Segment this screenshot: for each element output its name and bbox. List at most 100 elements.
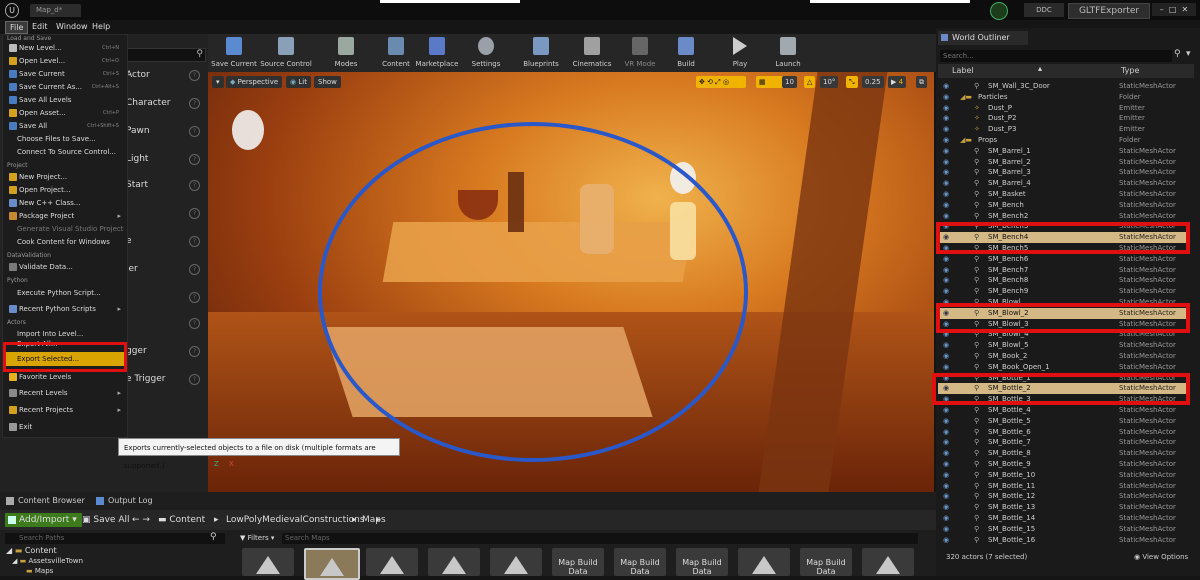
outliner-row[interactable]: ◉ ✧ Dust_P3 Emitter [938,124,1188,135]
outliner-row[interactable]: ◉ ⚲ SM_Bottle_6 StaticMeshActor [938,427,1188,438]
tree-assetsville[interactable]: ◢ ▬ AssetsvilleTown [12,557,83,565]
outliner-row[interactable]: ◉ ⚲ SM_Bench6 StaticMeshActor [938,254,1188,265]
visibility-eye-icon[interactable]: ◉ [943,146,949,157]
ddc-button[interactable]: DDC [1024,3,1064,17]
search-paths-input[interactable]: Search Paths [5,533,225,544]
build-button[interactable]: Build [666,34,706,72]
outliner-row[interactable]: ◉ ⚲ SM_Bottle_15 StaticMeshActor [938,524,1188,535]
menu-execute-python[interactable]: Execute Python Script... [5,285,125,301]
menu-exit[interactable]: Exit [5,419,125,435]
visibility-eye-icon[interactable]: ◉ [943,103,949,114]
visibility-eye-icon[interactable]: ◉ [943,211,949,222]
visibility-eye-icon[interactable]: ◉ [943,178,949,189]
map-build-data-tile[interactable]: Map Build Data [800,548,852,576]
menu-new-cpp-class[interactable]: New C++ Class... [5,197,125,209]
history-nav[interactable]: ← → [132,513,150,527]
show-button[interactable]: Show [314,76,341,88]
level-tab[interactable]: Map_d* [30,4,81,17]
visibility-eye-icon[interactable]: ◉ [943,535,949,546]
menu-open-asset[interactable]: Open Asset... Ctrl+P [5,107,125,119]
place-item-8[interactable]: ler? [122,258,208,282]
visibility-eye-icon[interactable]: ◉ [943,254,949,265]
outliner-row[interactable]: ◉ ⚲ SM_Basket StaticMeshActor [938,189,1188,200]
maximize-viewport-button[interactable]: ⧉ [916,76,927,88]
visibility-eye-icon[interactable]: ◉ [943,275,949,286]
place-item-trigger[interactable]: gger? [122,340,208,364]
outliner-row[interactable]: ◉ ⚲ SM_Barrel_2 StaticMeshActor [938,157,1188,168]
visibility-eye-icon[interactable]: ◉ [943,167,949,178]
gltf-exporter-button[interactable]: GLTFExporter [1068,3,1150,19]
cinematics-button[interactable]: Cinematics [568,34,616,72]
tree-content[interactable]: ◢ ▬ Content [6,546,57,555]
map-asset-tile[interactable] [304,548,360,580]
outliner-row[interactable]: ◉ ⚲ SM_Bench8 StaticMeshActor [938,275,1188,286]
outliner-row[interactable]: ◉ ⚲ SM_Bottle_14 StaticMeshActor [938,513,1188,524]
tab-content-browser[interactable]: Content Browser [4,494,85,508]
visibility-eye-icon[interactable]: ◉ [943,481,949,492]
visibility-eye-icon[interactable]: ◉ [943,448,949,459]
column-label-header[interactable]: Label [952,66,974,75]
menu-file[interactable]: File [5,21,29,34]
outliner-row[interactable]: ◉ ✧ Dust_P Emitter [938,103,1188,114]
outliner-row[interactable]: ◉ ⚲ SM_Bottle_8 StaticMeshActor [938,448,1188,459]
settings-button[interactable]: Settings [466,34,506,72]
outliner-row[interactable]: ◉ ⚲ SM_Book_2 StaticMeshActor [938,351,1188,362]
outliner-row[interactable]: ◉ ⚲ SM_Bench7 StaticMeshActor [938,265,1188,276]
help-icon[interactable]: ? [189,374,200,385]
menu-new-level[interactable]: New Level... Ctrl+N [5,42,125,54]
visibility-eye-icon[interactable]: ◉ [943,437,949,448]
map-build-data-tile[interactable]: Map Build Data [614,548,666,576]
column-type-header[interactable]: Type [1121,66,1139,75]
place-item-player-start[interactable]: Start? [122,174,208,198]
place-item-actor[interactable]: Actor? [122,64,208,88]
help-icon[interactable]: ? [189,318,200,329]
scale-snap-toggle[interactable]: ⤡ [846,76,858,88]
lit-button[interactable]: ◉ Lit [286,76,311,88]
content-button[interactable]: Content [378,34,414,72]
visibility-eye-icon[interactable]: ◉ [943,265,949,276]
outliner-row[interactable]: ◉ ⚲ SM_Bottle_11 StaticMeshActor [938,481,1188,492]
place-item-9[interactable]: ? [122,286,208,310]
help-icon[interactable]: ? [189,180,200,191]
launch-button[interactable]: Launch [768,34,808,72]
help-icon[interactable]: ? [189,236,200,247]
visibility-eye-icon[interactable]: ◉ [943,135,949,146]
menu-help[interactable]: Help [88,21,114,32]
map-build-data-tile[interactable]: Map Build Data [676,548,728,576]
help-icon[interactable]: ? [189,208,200,219]
play-button[interactable]: Play [720,34,760,72]
outliner-settings-icon[interactable]: ▾ [1186,49,1191,59]
map-asset-tile[interactable] [428,548,480,576]
save-current-button[interactable]: Save Current [210,34,258,72]
place-item-box-trigger[interactable]: e Trigger? [122,368,208,392]
map-asset-tile[interactable] [242,548,294,576]
menu-package-project[interactable]: Package Project ▸ [5,210,125,222]
visibility-eye-icon[interactable]: ◉ [943,124,949,135]
help-icon[interactable]: ? [189,154,200,165]
rotation-snap-value[interactable]: 10° [820,76,839,88]
save-all-button[interactable]: ▣ Save All [82,513,130,527]
visibility-eye-icon[interactable]: ◉ [943,81,949,92]
visibility-eye-icon[interactable]: ◉ [943,362,949,373]
map-build-data-tile[interactable]: Map Build Data [552,548,604,576]
visibility-eye-icon[interactable]: ◉ [943,470,949,481]
transform-tools[interactable]: ✥ ⟲ ⤢ ◎ [696,76,746,88]
menu-save-current-as[interactable]: Save Current As... Ctrl+Alt+S [5,81,125,93]
scale-snap-value[interactable]: 0.25 [862,76,884,88]
visibility-eye-icon[interactable]: ◉ [943,491,949,502]
view-options-button[interactable]: ◉ View Options [1134,550,1188,564]
world-outliner-tab[interactable]: World Outliner [938,31,1028,45]
breadcrumb-maps[interactable]: Maps [362,513,386,527]
help-icon[interactable]: ? [189,292,200,303]
rotation-snap-toggle[interactable]: △ [804,76,816,88]
marketplace-button[interactable]: Marketplace [414,34,460,72]
breadcrumb-lowpoly[interactable]: LowPolyMedievalConstructions [226,513,365,527]
outliner-row[interactable]: ◉ ⚲ SM_Bottle_10 StaticMeshActor [938,470,1188,481]
visibility-eye-icon[interactable]: ◉ [943,513,949,524]
visibility-eye-icon[interactable]: ◉ [943,427,949,438]
visibility-eye-icon[interactable]: ◉ [943,189,949,200]
visibility-eye-icon[interactable]: ◉ [943,113,949,124]
camera-speed[interactable]: ▶ 4 [888,76,907,88]
modes-button[interactable]: Modes [326,34,366,72]
breadcrumb-content[interactable]: ▬ Content [158,513,205,527]
